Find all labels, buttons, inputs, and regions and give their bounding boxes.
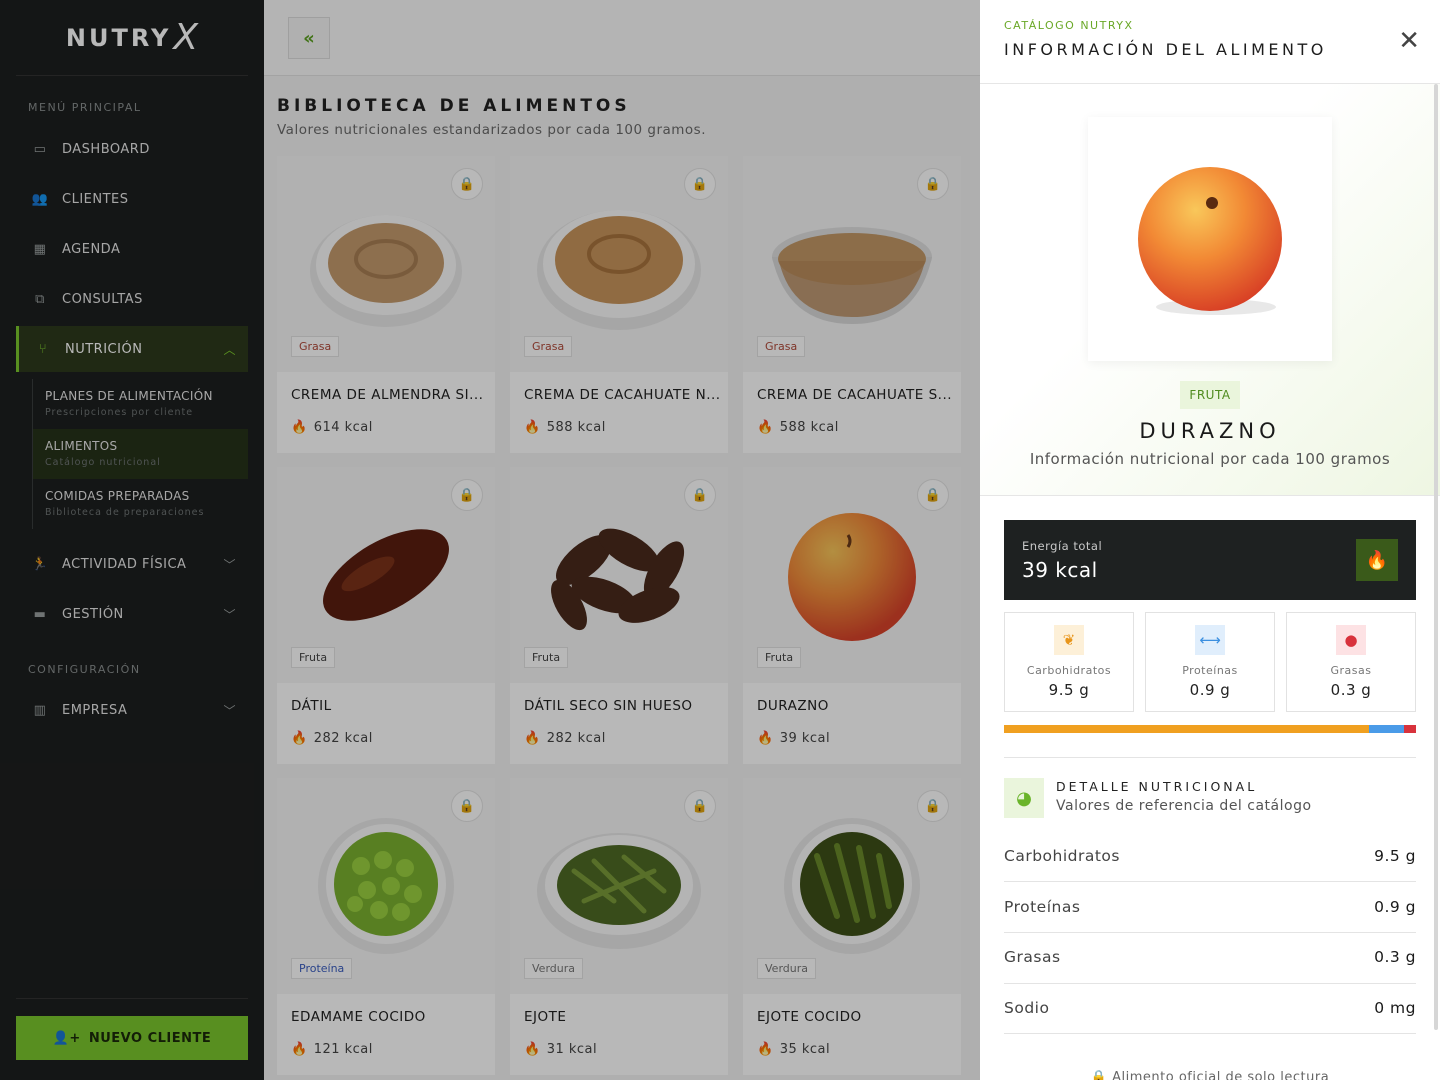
macro-value: 9.5 g (1048, 681, 1090, 699)
macro-label: Carbohidratos (1026, 664, 1112, 677)
macro-distribution-bar (1004, 725, 1416, 733)
readonly-text: Alimento oficial de solo lectura (1112, 1070, 1330, 1080)
dumbbell-icon: ⟷ (1195, 625, 1225, 655)
nutrient-value: 9.5 g (1374, 847, 1416, 865)
food-description: Información nutricional por cada 100 gra… (1029, 450, 1391, 468)
macro-label: Proteínas (1182, 664, 1238, 677)
nutrient-name: Sodio (1004, 999, 1050, 1017)
food-title: DURAZNO (1139, 419, 1281, 443)
food-hero: FRUTA DURAZNO Información nutricional po… (980, 84, 1440, 496)
nutrient-value: 0.9 g (1374, 898, 1416, 916)
panel-eyebrow: CATÁLOGO NUTRYX (1004, 19, 1134, 32)
nutrient-row: Sodio 0 mg (1004, 983, 1416, 1033)
detail-title: DETALLE NUTRICIONAL (1056, 779, 1258, 794)
food-detail-panel: CATÁLOGO NUTRYX INFORMACIÓN DEL ALIMENTO… (980, 0, 1440, 1080)
drop-icon: ● (1336, 625, 1366, 655)
close-icon[interactable]: ✕ (1398, 28, 1420, 54)
panel-scrollbar[interactable] (1434, 84, 1438, 1030)
energy-card: Energía total 39 kcal 🔥 (1004, 520, 1416, 600)
panel-header: CATÁLOGO NUTRYX INFORMACIÓN DEL ALIMENTO… (980, 0, 1440, 84)
nutrient-value: 0 mg (1374, 999, 1416, 1017)
wheat-icon: ❦ (1054, 625, 1084, 655)
nutrient-name: Grasas (1004, 948, 1061, 966)
divider (1004, 757, 1416, 758)
detail-subtitle: Valores de referencia del catálogo (1056, 798, 1312, 814)
nutrient-row: Carbohidratos 9.5 g (1004, 831, 1416, 881)
pie-chart-icon: ◕ (1004, 778, 1044, 818)
panel-title: INFORMACIÓN DEL ALIMENTO (1004, 40, 1327, 59)
macro-value: 0.3 g (1330, 681, 1372, 699)
macro-fat: ● Grasas 0.3 g (1286, 612, 1416, 712)
macro-value: 0.9 g (1189, 681, 1231, 699)
nutrient-row: Proteínas 0.9 g (1004, 882, 1416, 932)
macro-bar-segment (1004, 725, 1370, 733)
readonly-note: 🔒 Alimento oficial de solo lectura (980, 1070, 1440, 1080)
nutrient-value: 0.3 g (1374, 948, 1416, 966)
macro-carbs: ❦ Carbohidratos 9.5 g (1004, 612, 1134, 712)
energy-value: 39 kcal (1022, 558, 1098, 582)
divider (1004, 1033, 1416, 1034)
nutrient-row: Grasas 0.3 g (1004, 932, 1416, 982)
macro-protein: ⟷ Proteínas 0.9 g (1145, 612, 1275, 712)
macro-bar-segment (1404, 725, 1416, 733)
macro-bar-segment (1369, 725, 1405, 733)
energy-label: Energía total (1022, 539, 1103, 553)
food-photo (1088, 117, 1332, 361)
lock-icon: 🔒 (1090, 1070, 1113, 1080)
macro-label: Grasas (1330, 664, 1372, 677)
category-badge: FRUTA (1180, 381, 1240, 409)
nutrient-name: Carbohidratos (1004, 847, 1120, 865)
modal-backdrop[interactable] (0, 0, 980, 1080)
fire-icon: 🔥 (1356, 539, 1398, 581)
nutrient-name: Proteínas (1004, 898, 1081, 916)
